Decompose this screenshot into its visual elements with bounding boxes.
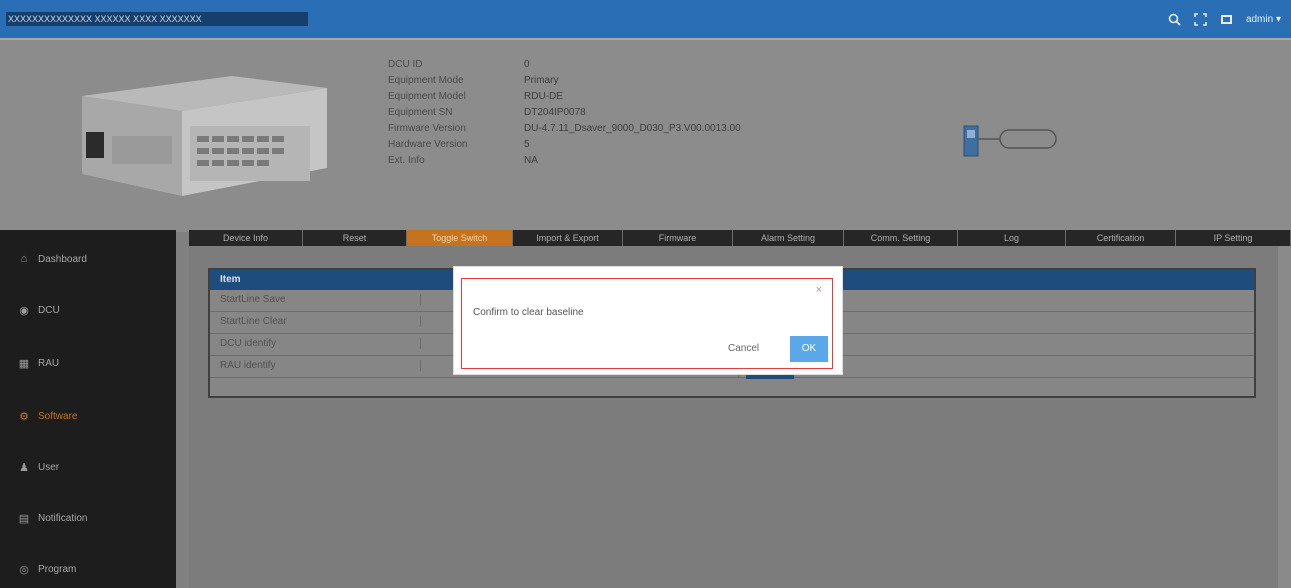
top-bar-actions: admin ▾ — [1168, 10, 1281, 28]
sidebar-item-label: Software — [38, 410, 78, 422]
chevron-down-icon: ▾ — [1275, 13, 1281, 25]
tab-ip-setting[interactable]: IP Setting — [1176, 230, 1291, 246]
sidebar-item-dcu[interactable]: ◉ DCU — [18, 301, 60, 319]
sidebar-item-program[interactable]: ◎ Program — [18, 560, 76, 578]
tab-certification[interactable]: Certification — [1066, 230, 1176, 246]
row-label: StartLine Save — [220, 294, 421, 305]
info-row: DCU ID 0 — [388, 57, 848, 73]
rau-icon: ▦ — [18, 357, 30, 370]
info-label: Equipment SN — [388, 107, 453, 118]
row-label: RAU identify — [220, 360, 421, 371]
sidebar-item-dashboard[interactable]: ⌂ Dashboard — [18, 250, 87, 268]
sidebar-item-notification[interactable]: ▤ Notification — [18, 509, 88, 527]
row-label: StartLine Clear — [220, 316, 421, 327]
tab-toggle-switch[interactable]: Toggle Switch — [407, 230, 513, 246]
info-row: Equipment Model RDU-DE — [388, 89, 848, 105]
notification-icon: ▤ — [18, 512, 30, 525]
settings-icon[interactable] — [1220, 12, 1234, 26]
user-name: admin — [1245, 13, 1274, 25]
tab-alarm-setting[interactable]: Alarm Setting — [733, 230, 844, 246]
program-icon: ◎ — [19, 563, 29, 576]
info-row: Equipment SN DT204IP0078 — [388, 105, 848, 121]
search-icon[interactable] — [1168, 12, 1182, 26]
cancel-button[interactable]: Cancel — [728, 343, 759, 354]
sidebar-item-label: RAU — [38, 357, 60, 369]
row-label: DCU identify — [220, 338, 421, 349]
info-label: DCU ID — [388, 59, 423, 70]
info-value: DU-4.7.11_Dsaver_9000_D030_P3.V00.0013.0… — [524, 123, 741, 134]
user-icon: ♟ — [19, 461, 29, 474]
tab-log[interactable]: Log — [958, 230, 1066, 246]
user-menu[interactable]: admin ▾ — [1246, 14, 1281, 25]
info-row: Equipment Mode Primary — [388, 73, 848, 89]
ok-button[interactable]: OK — [790, 336, 828, 362]
info-value: 5 — [524, 139, 530, 150]
sidebar-item-user[interactable]: ♟ User — [18, 458, 59, 476]
info-label: Equipment Mode — [388, 75, 464, 86]
info-label: Equipment Model — [388, 91, 466, 102]
dialog-message: Confirm to clear baseline — [473, 307, 584, 318]
info-value: DT204IP0078 — [524, 107, 586, 118]
dialog-frame: × Confirm to clear baseline Cancel OK — [461, 278, 833, 369]
close-icon[interactable]: × — [816, 285, 822, 296]
dashboard-icon: ⌂ — [20, 253, 28, 265]
sidebar-item-rau[interactable]: ▦ RAU — [18, 354, 59, 372]
tab-firmware[interactable]: Firmware — [623, 230, 733, 246]
sidebar-item-label: DCU — [38, 304, 60, 316]
info-value: Primary — [524, 75, 559, 86]
fullscreen-icon[interactable] — [1194, 12, 1208, 26]
info-value: RDU-DE — [524, 91, 563, 102]
tab-device-info[interactable]: Device Info — [189, 230, 303, 246]
sidebar-item-label: User — [38, 461, 60, 473]
info-label: Hardware Version — [388, 139, 468, 150]
tab-comm-setting[interactable]: Comm. Setting — [844, 230, 958, 246]
sidebar-item-software[interactable]: ⚙ Software — [18, 407, 77, 425]
confirm-dialog: × Confirm to clear baseline Cancel OK — [454, 267, 842, 374]
sidebar: ⌂ Dashboard ◉ DCU ▦ RAU ⚙ Software ♟ User ▤ No… — [0, 230, 176, 588]
sidebar-item-label: Dashboard — [38, 253, 87, 265]
tab-bar: Device Info Reset Toggle Switch Import &… — [189, 230, 1291, 246]
info-label: Ext. Info — [388, 155, 425, 166]
info-label: Firmware Version — [388, 123, 466, 134]
sidebar-item-label: Notification — [38, 512, 88, 524]
device-info: DCU ID 0 Equipment Mode Primary Equipment … — [388, 57, 848, 169]
software-icon: ⚙ — [19, 410, 29, 423]
info-value: NA — [524, 155, 538, 166]
info-value: 0 — [524, 59, 530, 70]
tab-reset[interactable]: Reset — [303, 230, 407, 246]
info-row: Firmware Version DU-4.7.11_Dsaver_9000_D0… — [388, 121, 848, 137]
info-row: Hardware Version 5 — [388, 137, 848, 153]
right-edge — [1278, 246, 1291, 588]
dcu-icon: ◉ — [19, 304, 29, 317]
device-image — [82, 76, 327, 196]
app-title: XXXXXXXXXXXXXX XXXXXX XXXX XXXXXXX — [6, 12, 308, 26]
sidebar-item-label: Program — [38, 563, 77, 575]
info-row: Ext. Info NA — [388, 153, 848, 169]
tab-import-export[interactable]: Import & Export — [513, 230, 623, 246]
top-bar: XXXXXXXXXXXXXX XXXXXX XXXX XXXXXXX admin… — [0, 0, 1291, 38]
topology-diagram[interactable] — [960, 124, 1080, 164]
